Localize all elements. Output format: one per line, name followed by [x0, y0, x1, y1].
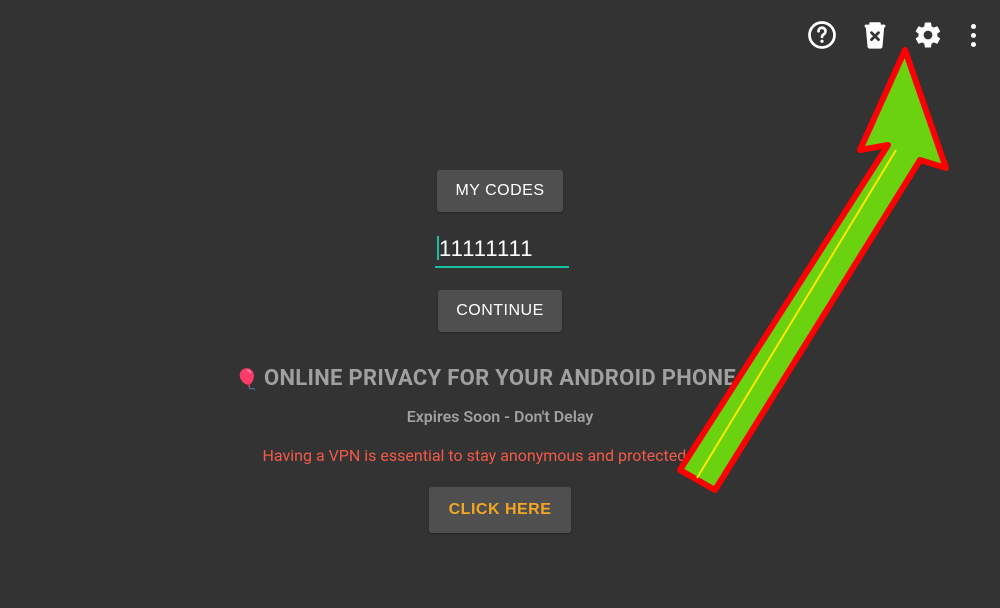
- balloon-icon: 🎈: [740, 367, 765, 391]
- text-caret: [437, 236, 439, 260]
- code-input-wrap: [435, 234, 565, 268]
- settings-button[interactable]: [913, 20, 943, 50]
- click-here-button[interactable]: CLICK HERE: [429, 487, 572, 533]
- help-icon: [807, 20, 837, 50]
- promo-headline: 🎈 ONLINE PRIVACY FOR YOUR ANDROID PHONE …: [235, 366, 765, 391]
- delete-button[interactable]: [861, 20, 889, 50]
- main-content: MY CODES CONTINUE 🎈 ONLINE PRIVACY FOR Y…: [0, 170, 1000, 533]
- more-button[interactable]: [967, 24, 980, 47]
- promo-warning: Having a VPN is essential to stay anonym…: [263, 446, 738, 465]
- balloon-icon: 🎈: [235, 367, 260, 391]
- more-icon: [971, 24, 976, 29]
- help-button[interactable]: [807, 20, 837, 50]
- my-codes-button[interactable]: MY CODES: [437, 170, 562, 212]
- continue-button[interactable]: CONTINUE: [438, 290, 562, 332]
- delete-icon: [861, 20, 889, 50]
- toolbar: [807, 20, 980, 50]
- gear-icon: [913, 20, 943, 50]
- promo-subhead: Expires Soon - Don't Delay: [407, 407, 594, 426]
- code-input[interactable]: [435, 234, 569, 268]
- promo-headline-text: ONLINE PRIVACY FOR YOUR ANDROID PHONE: [264, 366, 736, 391]
